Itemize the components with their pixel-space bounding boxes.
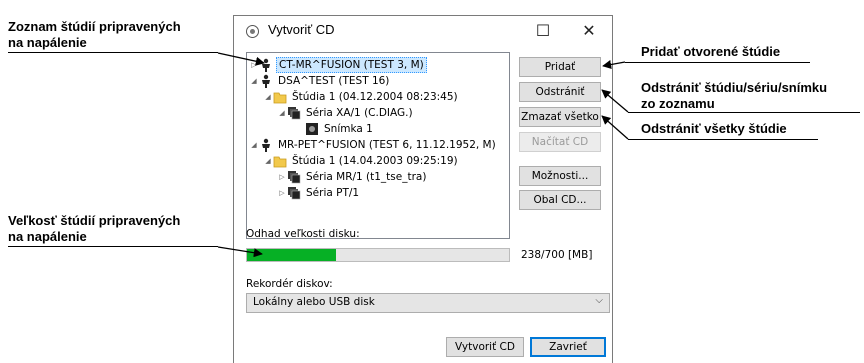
arrow-to-delete-all (601, 115, 629, 140)
callout-arrows (217, 52, 629, 258)
arrow-to-progress (217, 246, 263, 258)
arrow-to-remove (601, 89, 629, 113)
arrow-to-add (602, 60, 626, 70)
arrow-to-tree (217, 52, 265, 66)
